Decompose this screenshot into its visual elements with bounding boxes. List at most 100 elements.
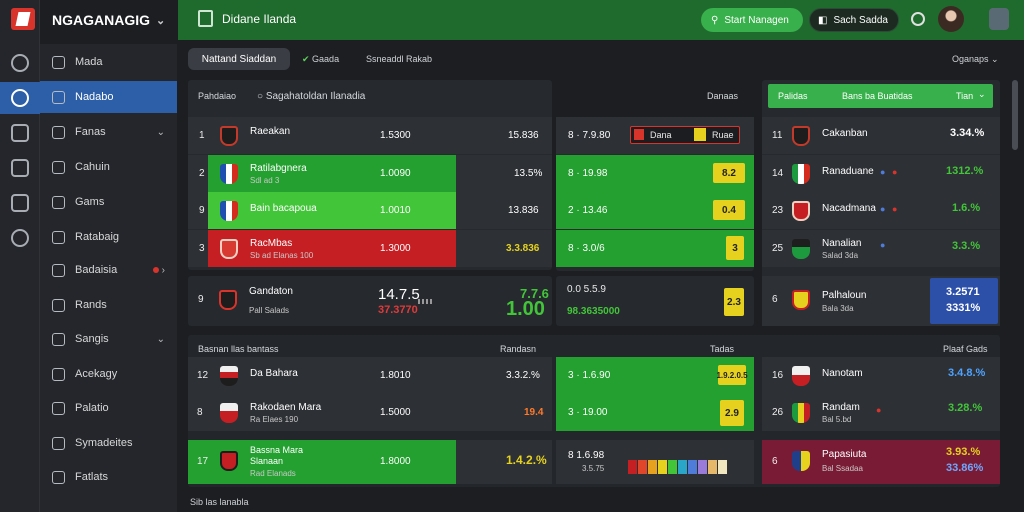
dashboard-icon[interactable]	[11, 89, 29, 107]
percentage: 3.93.%	[946, 446, 981, 458]
tab-label[interactable]: Tian	[956, 91, 973, 101]
rank: 6	[772, 456, 778, 467]
odds-value-green: 98.3635000	[567, 306, 620, 317]
odds-badge[interactable]: 1.9.2.0.5	[716, 365, 748, 385]
mini-bars-icon	[418, 299, 434, 304]
sidebar-item-label: Gams	[75, 196, 105, 208]
calendar-icon[interactable]	[11, 159, 29, 177]
home-icon[interactable]	[11, 54, 29, 72]
scrollbar[interactable]	[1012, 80, 1018, 150]
team-crest-icon	[792, 290, 810, 310]
sidebar-item-fatlats[interactable]: Fatlats	[40, 461, 177, 493]
filter-pill-active[interactable]: Nattand Siaddan	[188, 48, 290, 70]
table-row[interactable]: 17 Bassna Mara Slanaan Rad Elanads 1.800…	[188, 440, 552, 484]
sidebar-item-label: Symadeites	[75, 437, 133, 449]
odds-badge[interactable]: 0.4	[713, 200, 745, 220]
filter-gaada[interactable]: ✔ Gaada	[302, 54, 339, 65]
table-row[interactable]: 6 Papasiuta Bal Ssadaa 3.93.% 33.86%	[762, 440, 1000, 484]
options-dropdown[interactable]: Oganaps ⌄	[952, 54, 999, 65]
team-crest-icon	[220, 366, 238, 386]
sidebar-item-label: Acekagy	[75, 368, 118, 380]
tools-icon	[52, 436, 65, 450]
percentage: 1.6.%	[952, 202, 981, 214]
table-row[interactable]: 23 Nacadmana ● ● 1.6.%	[762, 192, 1000, 229]
standings-search[interactable]: ○ Sagahatoldan Ilanadia	[257, 91, 365, 102]
odds-row[interactable]: 3 · 19.00 2.9	[556, 394, 754, 431]
right-tabs[interactable]: Palidas Bans ba Buatidas Tian ⌄	[768, 84, 993, 108]
red-flag-icon	[634, 129, 644, 140]
sidebar-item-nadabo[interactable]: Nadabo	[40, 81, 177, 113]
odds-row[interactable]: 8 · 7.9.80 Dana Ruae	[556, 117, 754, 154]
table-row[interactable]: 12 Da Bahara 1.8010 3.3.2.%	[188, 357, 552, 394]
red-badge-icon: ●	[876, 405, 882, 415]
odds-row[interactable]: 3 · 1.6.90 1.9.2.0.5	[556, 357, 754, 394]
odds-badge[interactable]: 3	[726, 236, 744, 260]
page-title: Didane Ilanda	[222, 12, 297, 26]
profile-box-icon[interactable]	[989, 8, 1009, 30]
tab-label[interactable]: Bans ba Buatidas	[842, 91, 913, 101]
team-crest-icon	[219, 290, 237, 310]
odds-row[interactable]: 8 · 19.98 8.2	[556, 155, 754, 192]
sidebar-item-acekagy[interactable]: Acekagy	[40, 358, 177, 390]
featured-row[interactable]	[188, 276, 552, 326]
table-row[interactable]: 26 Randam Bal 5.bd ● 3.28.%	[762, 394, 1000, 431]
sidebar-item-badaisia[interactable]: Badaisia ›	[40, 254, 177, 286]
odds-row[interactable]: 2 · 13.46 0.4	[556, 192, 754, 229]
shield-icon[interactable]	[11, 229, 29, 247]
table-row[interactable]: 11 Cakanban 3.34.%	[762, 117, 1000, 154]
team-sub: Sb ad Elanas 100	[250, 251, 314, 260]
filter-rakab[interactable]: Ssneaddl Rakab	[366, 54, 432, 64]
match-icon	[52, 195, 65, 209]
sidebar-item-rands[interactable]: Rands	[40, 289, 177, 321]
folder-icon[interactable]	[11, 194, 29, 212]
filter-label: Gaada	[312, 54, 340, 64]
sidebar-item-symadeites[interactable]: Symadeites	[40, 427, 177, 459]
chevron-down-icon: ⌄	[156, 14, 166, 27]
list-icon[interactable]	[11, 124, 29, 142]
table-row[interactable]: 14 Ranaduane ● ● 1312.%	[762, 155, 1000, 192]
blue-badge-icon: ●	[880, 240, 886, 250]
sidebar-item-fanas[interactable]: Fanas ⌄	[40, 116, 177, 148]
brand-menu[interactable]: NGAGANAGIG ⌄	[48, 0, 178, 40]
odds-badge[interactable]: 2.9	[720, 400, 744, 426]
table-row[interactable]: 8 Rakodaen Mara Ra Elaes 190 1.5000 19.4	[188, 394, 552, 431]
sidebar-item-label: Fanas	[75, 126, 106, 138]
footer-text: Sib las lanabla	[190, 497, 249, 507]
odds-badge[interactable]: 8.2	[713, 163, 745, 183]
sidebar-item-palatio[interactable]: Palatio	[40, 392, 177, 424]
tab-label[interactable]: Palidas	[778, 91, 808, 101]
team-name: Nanalian	[822, 238, 862, 249]
notification-dot	[153, 267, 159, 273]
search-button[interactable]: ◧ Sach Sadda	[809, 8, 899, 32]
odds-badge[interactable]: 2.3	[724, 288, 744, 316]
avatar[interactable]	[938, 6, 964, 32]
odds-value: 8 1.6.98	[568, 450, 605, 461]
sidebar-item-ratabaig[interactable]: Ratabaig	[40, 221, 177, 253]
table-row[interactable]: 16 Nanotam 3.4.8.%	[762, 357, 1000, 394]
table-row[interactable]: 3 RacMbas Sb ad Elanas 100 1.3000 3.3.83…	[188, 230, 552, 267]
odds-row[interactable]: 8 · 3.0/6 3	[556, 230, 754, 267]
gear-icon[interactable]	[911, 12, 925, 26]
start-button[interactable]: ⚲ Start Nanagen	[701, 8, 803, 32]
sidebar-item-label: Mada	[75, 56, 103, 68]
settings-icon	[52, 332, 65, 346]
value: 1.0090	[380, 168, 411, 179]
value: 13.836	[508, 205, 539, 216]
rank: 8	[197, 407, 203, 418]
table-row[interactable]: 25 Nanalian Salad 3da ● 3.3.%	[762, 230, 1000, 267]
grid-icon	[52, 90, 65, 104]
sidebar-item-cahuin[interactable]: Cahuin	[40, 151, 177, 183]
table-row[interactable]: 1 Raeakan 1.5300 15.836	[188, 117, 552, 154]
sidebar-item-gams[interactable]: Gams	[40, 186, 177, 218]
check-icon: ✔	[302, 54, 313, 64]
sidebar-item-mada[interactable]: Mada	[40, 46, 177, 78]
table-row[interactable]: 2 Ratilabgnera Sdl ad 3 1.0090 13.5%	[188, 155, 552, 192]
sidebar-item-sangis[interactable]: Sangis ⌄	[40, 323, 177, 355]
odds-value: 8 · 3.0/6	[568, 243, 605, 254]
table-row[interactable]: 9 Bain bacapoua 1.0010 13.836	[188, 192, 552, 229]
odds-row[interactable]: 8 1.6.98 3.5.75	[556, 440, 754, 484]
table-row-featured[interactable]: 6 Palhaloun Bala 3da 3.2571 3331%	[762, 276, 1000, 326]
chevron-down-icon: ⌄	[978, 89, 986, 99]
value: 3.3.836	[506, 243, 540, 254]
standings-header: Pahdaiao	[198, 91, 237, 101]
